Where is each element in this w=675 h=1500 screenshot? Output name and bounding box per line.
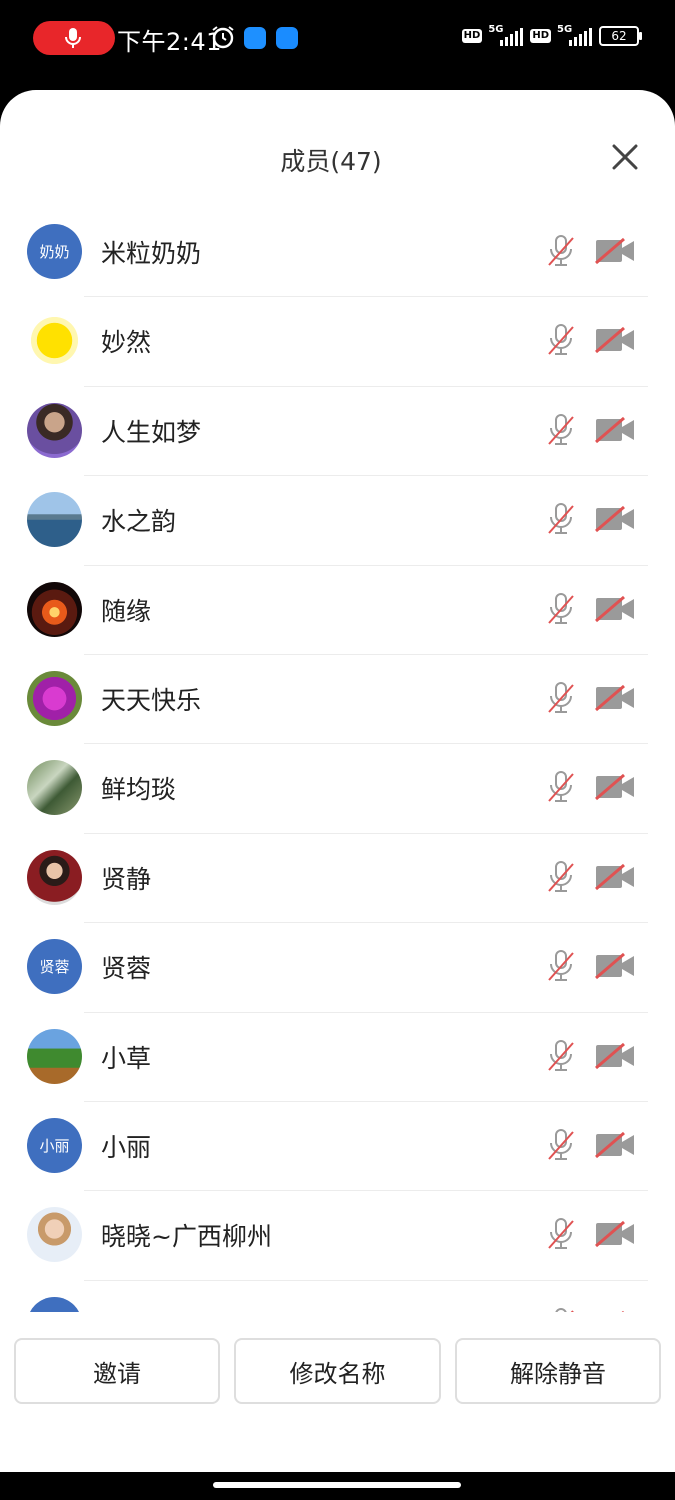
member-row[interactable]: 人生如梦 bbox=[0, 387, 675, 477]
avatar bbox=[27, 1207, 82, 1263]
member-row[interactable]: 小草 bbox=[0, 1013, 675, 1102]
battery-icon: 62 bbox=[599, 26, 642, 46]
mic-muted-icon[interactable] bbox=[546, 1307, 576, 1312]
hd-badge: HD bbox=[461, 29, 483, 43]
avatar-text: 小丽 bbox=[39, 1136, 70, 1155]
invite-button[interactable]: 邀请 bbox=[14, 1338, 220, 1404]
avatar bbox=[27, 402, 82, 458]
mic-muted-icon[interactable] bbox=[546, 860, 576, 894]
camera-off-icon[interactable] bbox=[594, 772, 636, 802]
member-row[interactable]: 鲜均琰 bbox=[0, 744, 675, 834]
member-row[interactable]: 随缘 bbox=[0, 566, 675, 655]
mic-muted-icon[interactable] bbox=[546, 1039, 576, 1073]
status-time: 下午2:41 bbox=[117, 28, 222, 56]
member-row[interactable]: 贤静 bbox=[0, 834, 675, 924]
mic-muted-icon[interactable] bbox=[546, 1128, 576, 1162]
mic-muted-icon[interactable] bbox=[546, 323, 576, 357]
member-name: 天天快乐 bbox=[101, 685, 202, 715]
camera-off-icon[interactable] bbox=[594, 1219, 636, 1249]
microphone-icon bbox=[65, 28, 81, 48]
camera-off-icon[interactable] bbox=[594, 1309, 636, 1312]
avatar bbox=[27, 581, 82, 637]
mic-muted-icon[interactable] bbox=[546, 592, 576, 626]
camera-off-icon[interactable] bbox=[594, 951, 636, 981]
camera-off-icon[interactable] bbox=[594, 862, 636, 892]
camera-off-icon[interactable] bbox=[594, 594, 636, 624]
avatar bbox=[27, 313, 82, 369]
member-name: 晓晓~广西柳州 bbox=[101, 1222, 272, 1252]
camera-off-icon[interactable] bbox=[594, 1130, 636, 1160]
hd-badge-2: HD bbox=[530, 29, 551, 43]
mic-muted-icon[interactable] bbox=[546, 681, 576, 715]
member-name: 人生如梦 bbox=[101, 417, 202, 447]
members-panel: 成员(47) 奶奶 米粒奶奶 妙然 人生如梦 水之韵 随缘 天天快乐 鲜均琰 贤… bbox=[0, 90, 675, 1472]
member-name: 水之韵 bbox=[101, 507, 177, 537]
mic-muted-icon[interactable] bbox=[546, 1217, 576, 1251]
member-name: 贤静 bbox=[101, 864, 152, 894]
member-row[interactable]: 晓晓~广西柳州 bbox=[0, 1191, 675, 1281]
signal-5g-icon: 5G bbox=[488, 24, 524, 48]
chat-app-icon bbox=[276, 27, 298, 49]
alarm-icon bbox=[212, 26, 234, 49]
mic-muted-icon[interactable] bbox=[546, 502, 576, 536]
mic-muted-icon[interactable] bbox=[546, 413, 576, 447]
rename-button[interactable]: 修改名称 bbox=[234, 1338, 441, 1404]
avatar bbox=[27, 849, 82, 905]
screen-recording-indicator[interactable] bbox=[33, 21, 115, 55]
member-row[interactable]: 贤蓉 贤蓉 bbox=[0, 923, 675, 1013]
avatar bbox=[27, 760, 82, 816]
mic-muted-icon[interactable] bbox=[546, 234, 576, 268]
member-name: 随缘 bbox=[101, 596, 152, 626]
camera-off-icon[interactable] bbox=[594, 325, 636, 355]
avatar bbox=[27, 492, 82, 548]
signal-5g-icon-2: 5G bbox=[557, 24, 593, 48]
member-name: 鲜均琰 bbox=[101, 775, 177, 805]
status-bar: 下午2:41 HD 5G HD 5G 62 bbox=[0, 0, 675, 80]
camera-off-icon[interactable] bbox=[594, 415, 636, 445]
camera-off-icon[interactable] bbox=[594, 683, 636, 713]
mic-muted-icon[interactable] bbox=[546, 949, 576, 983]
panel-title: 成员(47) bbox=[280, 147, 382, 176]
member-row[interactable]: 水之韵 bbox=[0, 476, 675, 566]
camera-off-icon[interactable] bbox=[594, 236, 636, 266]
member-name: 小丽 bbox=[101, 1132, 152, 1162]
member-name: 妙然 bbox=[101, 328, 152, 358]
avatar: 贤蓉 bbox=[27, 939, 82, 995]
avatar-text: 贤蓉 bbox=[39, 958, 70, 977]
avatar: 小丽 bbox=[27, 1117, 82, 1173]
camera-off-icon[interactable] bbox=[594, 1041, 636, 1071]
home-indicator[interactable] bbox=[213, 1482, 461, 1488]
avatar bbox=[27, 670, 82, 726]
member-row[interactable] bbox=[0, 1281, 675, 1312]
cloud-app-icon bbox=[244, 27, 266, 49]
member-name: 米粒奶奶 bbox=[101, 239, 202, 268]
close-icon[interactable] bbox=[610, 142, 640, 172]
member-name: 贤蓉 bbox=[101, 954, 152, 984]
member-row[interactable]: 妙然 bbox=[0, 297, 675, 387]
member-row[interactable]: 天天快乐 bbox=[0, 655, 675, 745]
camera-off-icon[interactable] bbox=[594, 504, 636, 534]
member-list[interactable]: 奶奶 米粒奶奶 妙然 人生如梦 水之韵 随缘 天天快乐 鲜均琰 贤静 贤蓉 贤蓉… bbox=[0, 208, 675, 1312]
unmute-button[interactable]: 解除静音 bbox=[455, 1338, 661, 1404]
member-name: 小草 bbox=[101, 1043, 152, 1073]
mic-muted-icon[interactable] bbox=[546, 770, 576, 804]
avatar bbox=[27, 1296, 82, 1312]
avatar-text: 奶奶 bbox=[39, 243, 70, 261]
avatar bbox=[27, 1028, 82, 1084]
member-row[interactable]: 奶奶 米粒奶奶 bbox=[0, 208, 675, 298]
member-row[interactable]: 小丽 小丽 bbox=[0, 1102, 675, 1192]
avatar: 奶奶 bbox=[27, 224, 82, 279]
